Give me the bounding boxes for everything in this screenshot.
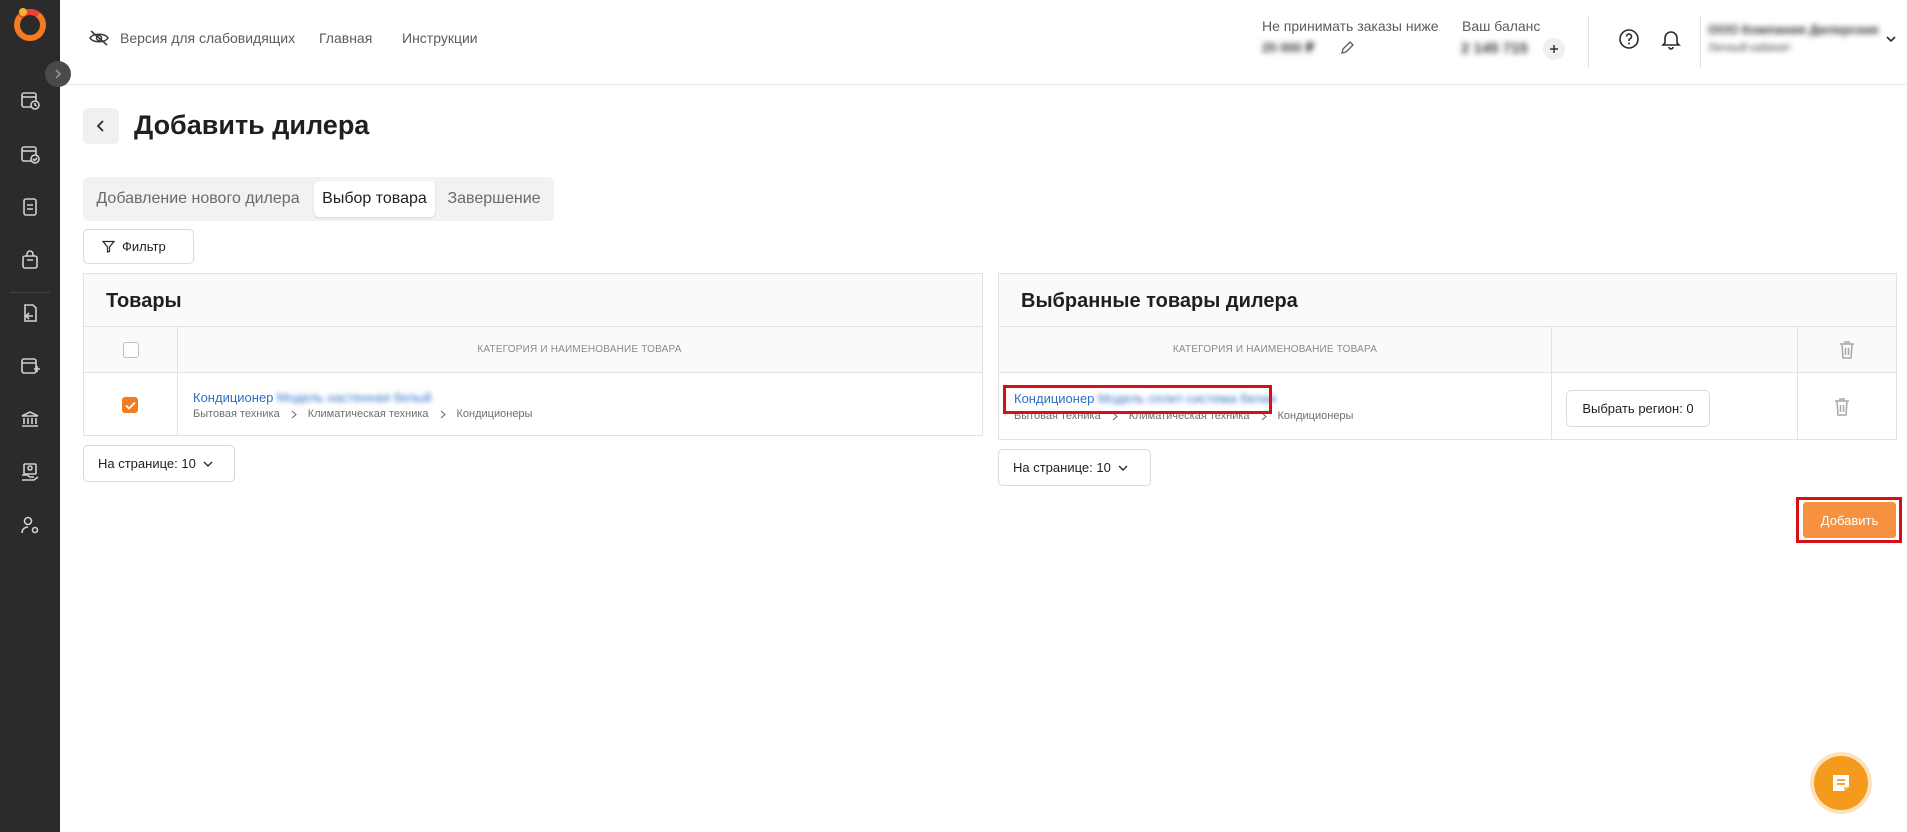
breadcrumb-item: Кондиционеры <box>456 408 533 420</box>
products-column-header: Категория и наименование товара <box>177 327 982 373</box>
per-page-select[interactable]: На странице: 10 <box>998 449 1151 486</box>
add-button[interactable]: Добавить <box>1803 502 1896 538</box>
returns-icon[interactable] <box>18 301 42 325</box>
row-checkbox[interactable] <box>122 397 138 413</box>
back-button[interactable] <box>83 108 119 144</box>
trash-icon[interactable] <box>1837 339 1857 361</box>
selected-column-header: Категория и наименование товара <box>999 327 1551 373</box>
tab-completion[interactable]: Завершение <box>440 181 548 217</box>
add-product-icon[interactable] <box>18 354 42 378</box>
accessibility-version-link[interactable]: Версия для слабовидящих <box>120 30 295 46</box>
help-icon[interactable] <box>1618 28 1640 50</box>
chevron-left-icon <box>96 120 104 132</box>
header-divider <box>1700 16 1701 68</box>
nav-home-link[interactable]: Главная <box>319 30 372 46</box>
per-page-label: На странице: 10 <box>98 456 196 471</box>
bank-icon[interactable] <box>18 407 42 431</box>
selected-panel-header: Выбранные товары дилера <box>999 274 1896 327</box>
breadcrumb: Бытовая техника Климатическая техника Ко… <box>193 408 532 420</box>
column-divider <box>1551 327 1552 440</box>
filter-icon <box>102 240 115 253</box>
min-orders-label: Не принимать заказы ниже <box>1262 18 1439 34</box>
chevron-right-icon <box>440 410 446 418</box>
eye-off-icon <box>89 30 109 46</box>
dealers-icon[interactable] <box>18 460 42 484</box>
page-title: Добавить дилера <box>134 110 370 140</box>
per-page-select[interactable]: На странице: 10 <box>83 445 235 482</box>
notifications-bell-icon[interactable] <box>1660 28 1682 50</box>
products-panel-header: Товары <box>84 274 982 327</box>
document-icon[interactable] <box>18 195 42 219</box>
top-header: Версия для слабовидящих Главная Инструкц… <box>60 0 1907 85</box>
trash-icon[interactable] <box>1832 396 1852 418</box>
top-up-balance-button[interactable] <box>1543 38 1565 60</box>
select-all-header <box>84 327 177 373</box>
breadcrumb-item: Бытовая техника <box>193 408 280 420</box>
sidebar <box>0 0 71 832</box>
region-column-header <box>1551 327 1797 373</box>
select-all-checkbox[interactable] <box>122 341 139 358</box>
breadcrumb-item: Кондиционеры <box>1277 410 1354 422</box>
sidebar-divider <box>10 292 50 293</box>
user-settings-icon[interactable] <box>18 513 42 537</box>
filter-label: Фильтр <box>122 239 166 254</box>
column-divider <box>1797 327 1798 440</box>
chat-support-button[interactable] <box>1814 756 1868 810</box>
breadcrumb-item: Климатическая техника <box>307 408 429 420</box>
selected-panel-title: Выбранные товары дилера <box>1021 290 1298 312</box>
shopping-bag-icon[interactable] <box>18 248 42 272</box>
edit-icon[interactable] <box>1340 40 1355 55</box>
chevron-down-icon <box>1118 465 1128 471</box>
wizard-tabs: Добавление нового дилера Выбор товара За… <box>83 177 554 221</box>
user-subtitle: Личный кабинет <box>1708 42 1791 54</box>
filter-button[interactable]: Фильтр <box>83 229 194 264</box>
products-panel: Товары Категория и наименование товара К… <box>83 273 983 436</box>
balance-label: Ваш баланс <box>1462 18 1541 34</box>
chevron-right-icon <box>291 410 297 418</box>
check-icon <box>124 401 136 410</box>
product-name-link[interactable]: Кондиционер Модель настенная белый <box>193 390 432 405</box>
delete-all-header <box>1797 327 1896 373</box>
tab-select-product[interactable]: Выбор товара <box>314 181 435 217</box>
tab-add-new-dealer[interactable]: Добавление нового дилера <box>87 181 309 217</box>
min-orders-value: 25 000 ₽ <box>1262 40 1315 55</box>
product-name-hidden: Модель настенная белый <box>277 390 432 405</box>
highlight-box <box>1003 385 1272 414</box>
products-panel-title: Товары <box>106 290 182 312</box>
nav-instructions-link[interactable]: Инструкции <box>402 30 478 46</box>
product-name: Кондиционер <box>193 390 274 405</box>
select-region-button[interactable]: Выбрать регион: 0 <box>1566 390 1710 427</box>
orders-done-icon[interactable] <box>18 142 42 166</box>
orders-history-icon[interactable] <box>18 88 42 112</box>
logo-icon[interactable] <box>12 6 48 42</box>
sidebar-expand-button[interactable] <box>45 61 71 87</box>
chevron-down-icon[interactable] <box>1885 33 1897 45</box>
chat-icon <box>1833 775 1849 791</box>
column-divider <box>177 327 178 436</box>
plus-icon <box>1550 45 1558 53</box>
chevron-down-icon <box>203 461 213 467</box>
user-name[interactable]: ООО Компания Дилерская <box>1708 22 1878 37</box>
per-page-label: На странице: 10 <box>1013 460 1111 475</box>
balance-value: 2 145 715 <box>1461 40 1528 57</box>
selected-products-panel: Выбранные товары дилера Категория и наим… <box>998 273 1897 440</box>
header-divider <box>1588 16 1589 68</box>
